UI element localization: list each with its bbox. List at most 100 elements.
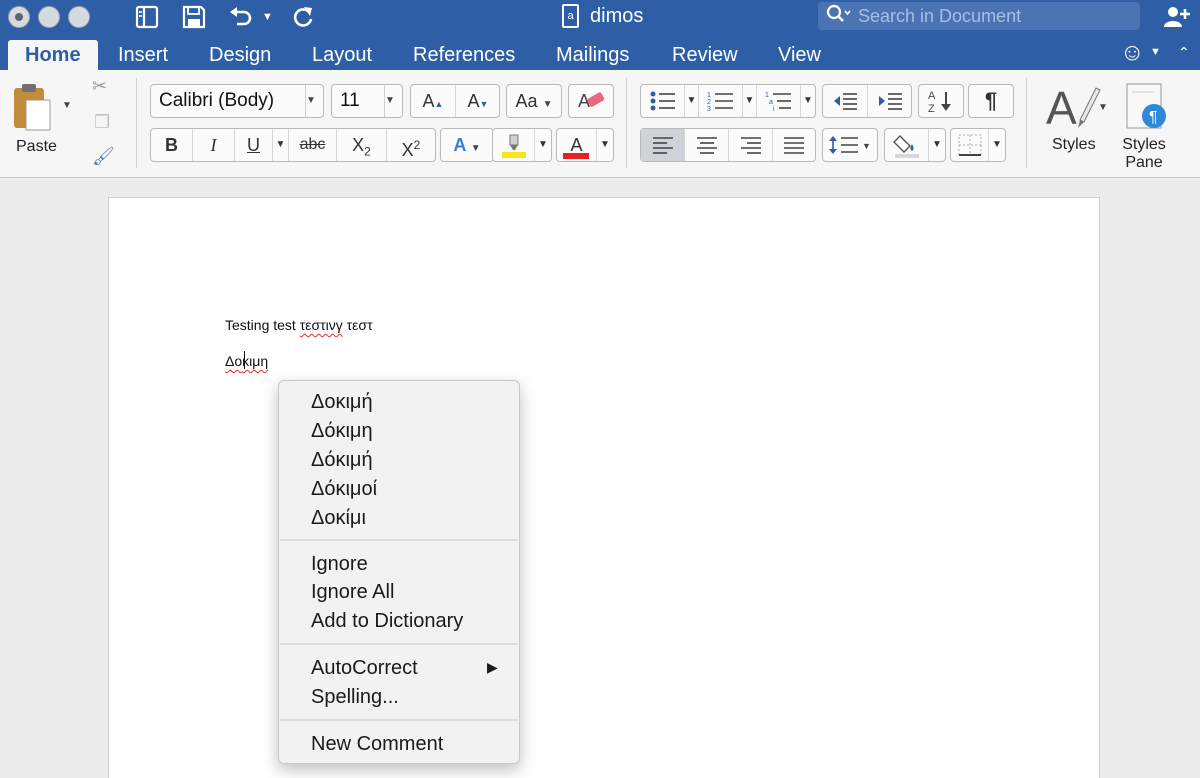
tab-references[interactable]: References bbox=[413, 40, 515, 70]
numbering-caret-icon[interactable]: ▼ bbox=[743, 85, 757, 117]
numbering-icon[interactable]: 123 bbox=[699, 85, 743, 117]
save-icon[interactable] bbox=[181, 4, 207, 30]
tab-design[interactable]: Design bbox=[209, 40, 271, 70]
sort-button[interactable]: AZ bbox=[918, 84, 964, 118]
tab-home[interactable]: Home bbox=[8, 40, 98, 70]
feedback-smiley-icon[interactable]: ☺ bbox=[1120, 39, 1145, 67]
change-case-button[interactable]: Aa ▼ bbox=[506, 84, 562, 118]
document-page[interactable]: Testing test τεστινγ τεστ Δοκιμη bbox=[108, 197, 1100, 778]
feedback-caret-icon[interactable]: ▼ bbox=[1150, 46, 1161, 58]
svg-text:A: A bbox=[1046, 82, 1077, 134]
line-spacing-icon: ▼ bbox=[823, 129, 877, 161]
redo-icon[interactable] bbox=[290, 4, 316, 30]
document-line-2-misspelled-word[interactable]: Δοκιμη bbox=[225, 353, 268, 369]
window-title: dimos bbox=[590, 5, 644, 27]
menu-separator bbox=[280, 643, 518, 645]
undo-icon[interactable] bbox=[227, 4, 255, 30]
multilevel-list-icon[interactable]: 1ai bbox=[757, 85, 801, 117]
change-case-cell: Aa ▼ bbox=[515, 91, 553, 111]
decrease-indent-icon[interactable] bbox=[823, 85, 868, 117]
underline-button[interactable]: U bbox=[235, 129, 273, 161]
suggestion-item[interactable]: Δόκιμή bbox=[311, 447, 373, 473]
svg-text:2: 2 bbox=[707, 99, 711, 106]
suggestion-item[interactable]: Δόκιμοί bbox=[311, 476, 377, 502]
paste-label: Paste bbox=[16, 138, 57, 155]
svg-text:1: 1 bbox=[707, 92, 711, 99]
justify-icon[interactable] bbox=[773, 129, 815, 161]
ignore-all-menu-item[interactable]: Ignore All bbox=[311, 579, 394, 605]
borders-button[interactable]: ▼ bbox=[950, 128, 1006, 162]
subscript-button[interactable]: X2 bbox=[337, 129, 387, 161]
tab-layout[interactable]: Layout bbox=[312, 40, 372, 70]
svg-text:▼: ▼ bbox=[862, 141, 871, 151]
sort-az-icon: AZ bbox=[919, 85, 963, 117]
underline-caret-icon[interactable]: ▼ bbox=[273, 129, 289, 161]
search-input[interactable] bbox=[858, 4, 1128, 28]
styles-gallery-icon[interactable]: A ▼ bbox=[1044, 80, 1108, 136]
multilevel-caret-icon[interactable]: ▼ bbox=[801, 85, 815, 117]
ignore-menu-item[interactable]: Ignore bbox=[311, 551, 368, 577]
pilcrow-icon: ¶ bbox=[984, 88, 998, 113]
text-run: κιμη bbox=[242, 353, 269, 369]
copy-icon[interactable]: ❐ bbox=[94, 112, 110, 133]
borders-caret-icon[interactable]: ▼ bbox=[989, 129, 1005, 161]
search-icon bbox=[826, 4, 852, 31]
font-size-value: 11 bbox=[340, 90, 360, 111]
svg-text:1: 1 bbox=[765, 92, 769, 99]
bold-button[interactable]: B bbox=[151, 129, 193, 161]
line-spacing-button[interactable]: ▼ bbox=[822, 128, 878, 162]
search-box[interactable] bbox=[818, 2, 1140, 30]
shading-caret-icon[interactable]: ▼ bbox=[929, 129, 945, 161]
increase-indent-icon[interactable] bbox=[868, 85, 912, 117]
share-add-person-icon[interactable] bbox=[1163, 4, 1191, 36]
close-window-button[interactable] bbox=[8, 6, 30, 28]
align-left-icon[interactable] bbox=[641, 129, 685, 161]
paste-dropdown-caret-icon[interactable]: ▼ bbox=[62, 100, 72, 111]
suggestion-item[interactable]: Δοκιμή bbox=[311, 389, 373, 415]
suggestion-item[interactable]: Δόκιμη bbox=[311, 418, 373, 444]
text-effects-button[interactable]: A ▼ bbox=[440, 128, 494, 162]
misspelled-word[interactable]: τεστινγ bbox=[300, 317, 343, 333]
new-comment-menu-item[interactable]: New Comment bbox=[311, 731, 443, 757]
zoom-window-button[interactable] bbox=[68, 6, 90, 28]
align-right-icon[interactable] bbox=[729, 129, 773, 161]
grow-font-button[interactable]: A▲ bbox=[411, 85, 456, 117]
tab-review[interactable]: Review bbox=[672, 40, 738, 70]
minimize-window-button[interactable] bbox=[38, 6, 60, 28]
show-formatting-marks-button[interactable]: ¶ bbox=[968, 84, 1014, 118]
font-color-button[interactable]: A ▼ bbox=[556, 128, 614, 162]
font-color-caret-icon[interactable]: ▼ bbox=[597, 129, 613, 161]
superscript-button[interactable]: X2 bbox=[387, 129, 435, 161]
eraser-icon: A bbox=[569, 85, 613, 117]
highlight-button[interactable]: ▼ bbox=[492, 128, 552, 162]
suggestion-item[interactable]: Δοκίμι bbox=[311, 505, 366, 531]
document-line-1[interactable]: Testing test τεστινγ τεστ bbox=[225, 317, 373, 333]
collapse-ribbon-icon[interactable]: ⌃ bbox=[1178, 44, 1190, 61]
text-effects-cell: A ▼ bbox=[453, 135, 481, 155]
format-painter-icon[interactable]: 🖌 bbox=[92, 146, 115, 167]
font-size-select[interactable]: 11 ▼ bbox=[331, 84, 403, 118]
sidebar-toggle-icon[interactable] bbox=[134, 4, 160, 30]
shading-button[interactable]: ▼ bbox=[884, 128, 946, 162]
styles-pane-icon[interactable]: ¶ bbox=[1124, 82, 1168, 132]
clear-formatting-button[interactable]: A bbox=[568, 84, 614, 118]
strikethrough-button[interactable]: abc bbox=[289, 129, 337, 161]
bullets-caret-icon[interactable]: ▼ bbox=[685, 85, 699, 117]
spelling-menu-item[interactable]: Spelling... bbox=[311, 684, 399, 710]
undo-dropdown-caret-icon[interactable]: ▼ bbox=[262, 4, 273, 30]
tab-mailings[interactable]: Mailings bbox=[556, 40, 629, 70]
paste-icon[interactable] bbox=[12, 82, 52, 132]
align-center-icon[interactable] bbox=[685, 129, 729, 161]
font-name-select[interactable]: Calibri (Body) ▼ bbox=[150, 84, 324, 118]
shrink-font-button[interactable]: A▼ bbox=[456, 85, 500, 117]
highlight-caret-icon[interactable]: ▼ bbox=[535, 129, 551, 161]
font-name-caret-icon: ▼ bbox=[305, 85, 323, 117]
bullets-icon[interactable] bbox=[641, 85, 685, 117]
tab-insert[interactable]: Insert bbox=[118, 40, 168, 70]
cut-icon[interactable]: ✂ bbox=[92, 76, 107, 97]
add-to-dictionary-menu-item[interactable]: Add to Dictionary bbox=[311, 608, 463, 634]
italic-button[interactable]: I bbox=[193, 129, 235, 161]
document-canvas: Testing test τεστινγ τεστ Δοκιμη bbox=[0, 179, 1200, 778]
tab-view[interactable]: View bbox=[778, 40, 821, 70]
autocorrect-menu-item[interactable]: AutoCorrect bbox=[311, 655, 418, 681]
